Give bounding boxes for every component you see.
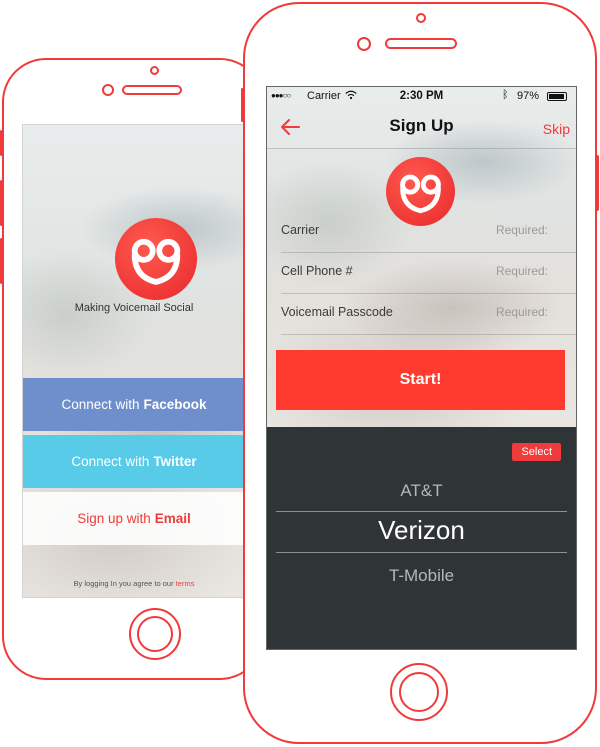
right-phone-screen: ●●●○○ Carrier 2:30 PM ᛒ 97% Sign Up Skip… <box>266 86 577 650</box>
right-phone-left-button <box>241 88 244 122</box>
left-phone-volume-up <box>0 180 3 226</box>
voicemail-passcode-placeholder: Required: <box>495 305 548 319</box>
picker-divider-bottom <box>276 552 567 553</box>
right-phone-power-button <box>595 155 599 211</box>
left-phone-sensor <box>102 84 114 96</box>
facebook-button-prefix: Connect with <box>61 397 140 412</box>
left-phone-speaker <box>122 85 182 95</box>
cell-phone-placeholder: Required: <box>495 264 548 278</box>
carrier-field[interactable]: Carrier Required: <box>281 211 576 253</box>
nav-divider <box>267 148 576 149</box>
navigation-bar: Sign Up Skip <box>267 107 576 147</box>
email-button-prefix: Sign up with <box>77 511 151 526</box>
picker-option-tmobile[interactable]: T-Mobile <box>267 566 576 586</box>
carrier-label: Carrier <box>281 223 320 237</box>
twitter-button-bold: Twitter <box>153 454 197 469</box>
legal-prefix: By logging In you agree to our <box>73 579 174 588</box>
facebook-button-bold: Facebook <box>143 397 207 412</box>
email-button-bold: Email <box>154 511 191 526</box>
connect-facebook-button[interactable]: Connect with Facebook <box>23 378 245 431</box>
select-button[interactable]: Select <box>512 443 561 461</box>
voicemail-passcode-field[interactable]: Voicemail Passcode Required: <box>281 293 576 335</box>
right-phone-sensor <box>357 37 371 51</box>
voicemail-logo-icon <box>131 238 181 285</box>
cell-phone-label: Cell Phone # <box>281 264 353 278</box>
picker-option-att[interactable]: AT&T <box>267 481 576 501</box>
twitter-button-prefix: Connect with <box>71 454 150 469</box>
battery-percent: 97% <box>517 90 540 102</box>
skip-button[interactable]: Skip <box>543 121 570 137</box>
legal-text: By logging In you agree to our terms <box>23 579 245 588</box>
right-phone-speaker <box>385 38 457 49</box>
picker-divider-top <box>276 511 567 512</box>
terms-link[interactable]: terms <box>176 579 195 588</box>
connect-twitter-button[interactable]: Connect with Twitter <box>23 435 245 488</box>
voicemail-passcode-label: Voicemail Passcode <box>281 305 393 319</box>
left-phone-screen: Making Voicemail Social Connect with Fac… <box>22 124 246 598</box>
cell-phone-field[interactable]: Cell Phone # Required: <box>281 252 576 294</box>
start-button[interactable]: Start! <box>276 350 565 410</box>
left-phone-camera <box>150 66 159 75</box>
tagline: Making Voicemail Social <box>74 302 194 314</box>
status-bar: ●●●○○ Carrier 2:30 PM ᛒ 97% <box>267 87 576 107</box>
app-logo <box>115 218 197 300</box>
signup-email-button[interactable]: Sign up with Email <box>23 492 245 545</box>
carrier-picker[interactable]: Select AT&T Verizon T-Mobile <box>267 427 576 649</box>
page-title: Sign Up <box>389 116 454 135</box>
bluetooth-icon: ᛒ <box>502 89 509 101</box>
battery-icon <box>547 92 567 101</box>
right-phone-camera <box>416 13 426 23</box>
left-phone-side-button <box>0 130 3 156</box>
carrier-placeholder: Required: <box>495 223 548 237</box>
left-phone-volume-down <box>0 238 3 284</box>
picker-option-verizon[interactable]: Verizon <box>267 515 576 546</box>
left-phone-home-ring <box>137 616 173 652</box>
right-phone-home-ring <box>399 672 439 712</box>
